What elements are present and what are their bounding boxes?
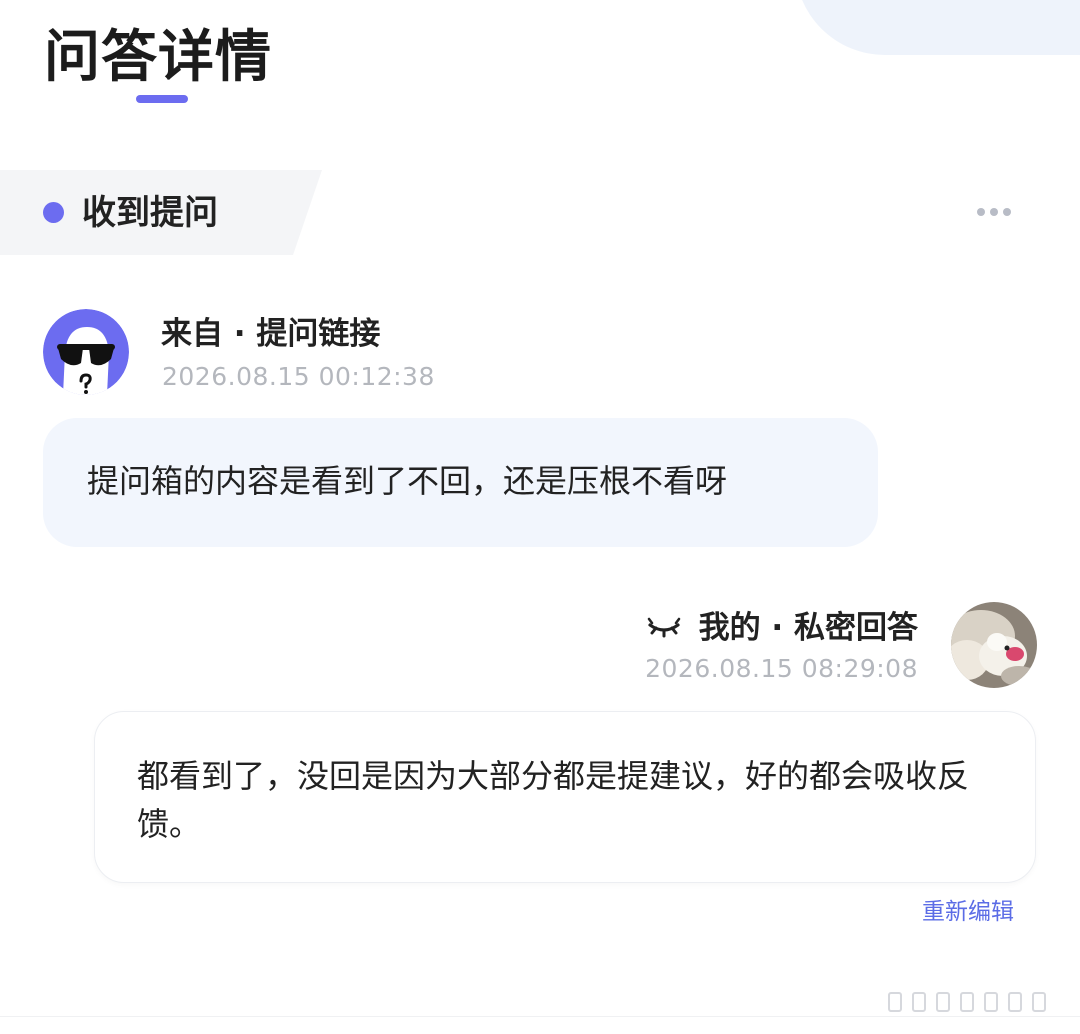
dot <box>977 208 985 216</box>
page-title: 问答详情 <box>44 25 272 90</box>
section-dot-icon <box>43 202 64 223</box>
watermark-mark <box>960 992 974 1012</box>
more-dots-icon[interactable] <box>970 198 1018 226</box>
anonymous-sunglasses-avatar-icon <box>43 309 129 395</box>
watermark-mark <box>936 992 950 1012</box>
watermark-mark <box>984 992 998 1012</box>
question-bubble: 提问箱的内容是看到了不回，还是压根不看呀 <box>43 418 878 547</box>
asker-avatar[interactable] <box>43 309 129 395</box>
answer-text: 都看到了，没回是因为大部分都是提建议，好的都会吸收反馈。 <box>137 757 970 843</box>
watermark-icon <box>888 992 1046 1012</box>
closed-eye-icon <box>647 617 680 638</box>
watermark-mark <box>1008 992 1022 1012</box>
answerer-avatar[interactable] <box>951 602 1037 688</box>
watermark-mark <box>912 992 926 1012</box>
pet-photo-avatar-icon <box>951 602 1037 688</box>
dot <box>990 208 998 216</box>
section-label: 收到提问 <box>82 193 218 233</box>
watermark-mark <box>888 992 902 1012</box>
header-decoration <box>795 0 1080 55</box>
title-underline <box>136 95 188 103</box>
answer-header: 我的 · 私密回答 <box>647 606 918 650</box>
answer-bubble: 都看到了，没回是因为大部分都是提建议，好的都会吸收反馈。 <box>94 711 1036 883</box>
bottom-divider <box>0 1016 1080 1017</box>
dot <box>1003 208 1011 216</box>
question-timestamp: 2026.08.15 00:12:38 <box>162 362 435 391</box>
question-source: 来自 · 提问链接 <box>161 316 381 352</box>
question-text: 提问箱的内容是看到了不回，还是压根不看呀 <box>87 462 728 500</box>
answer-label: 我的 · 私密回答 <box>698 610 918 646</box>
answer-timestamp: 2026.08.15 08:29:08 <box>645 654 918 683</box>
re-edit-link[interactable]: 重新编辑 <box>922 896 1014 928</box>
watermark-mark <box>1032 992 1046 1012</box>
